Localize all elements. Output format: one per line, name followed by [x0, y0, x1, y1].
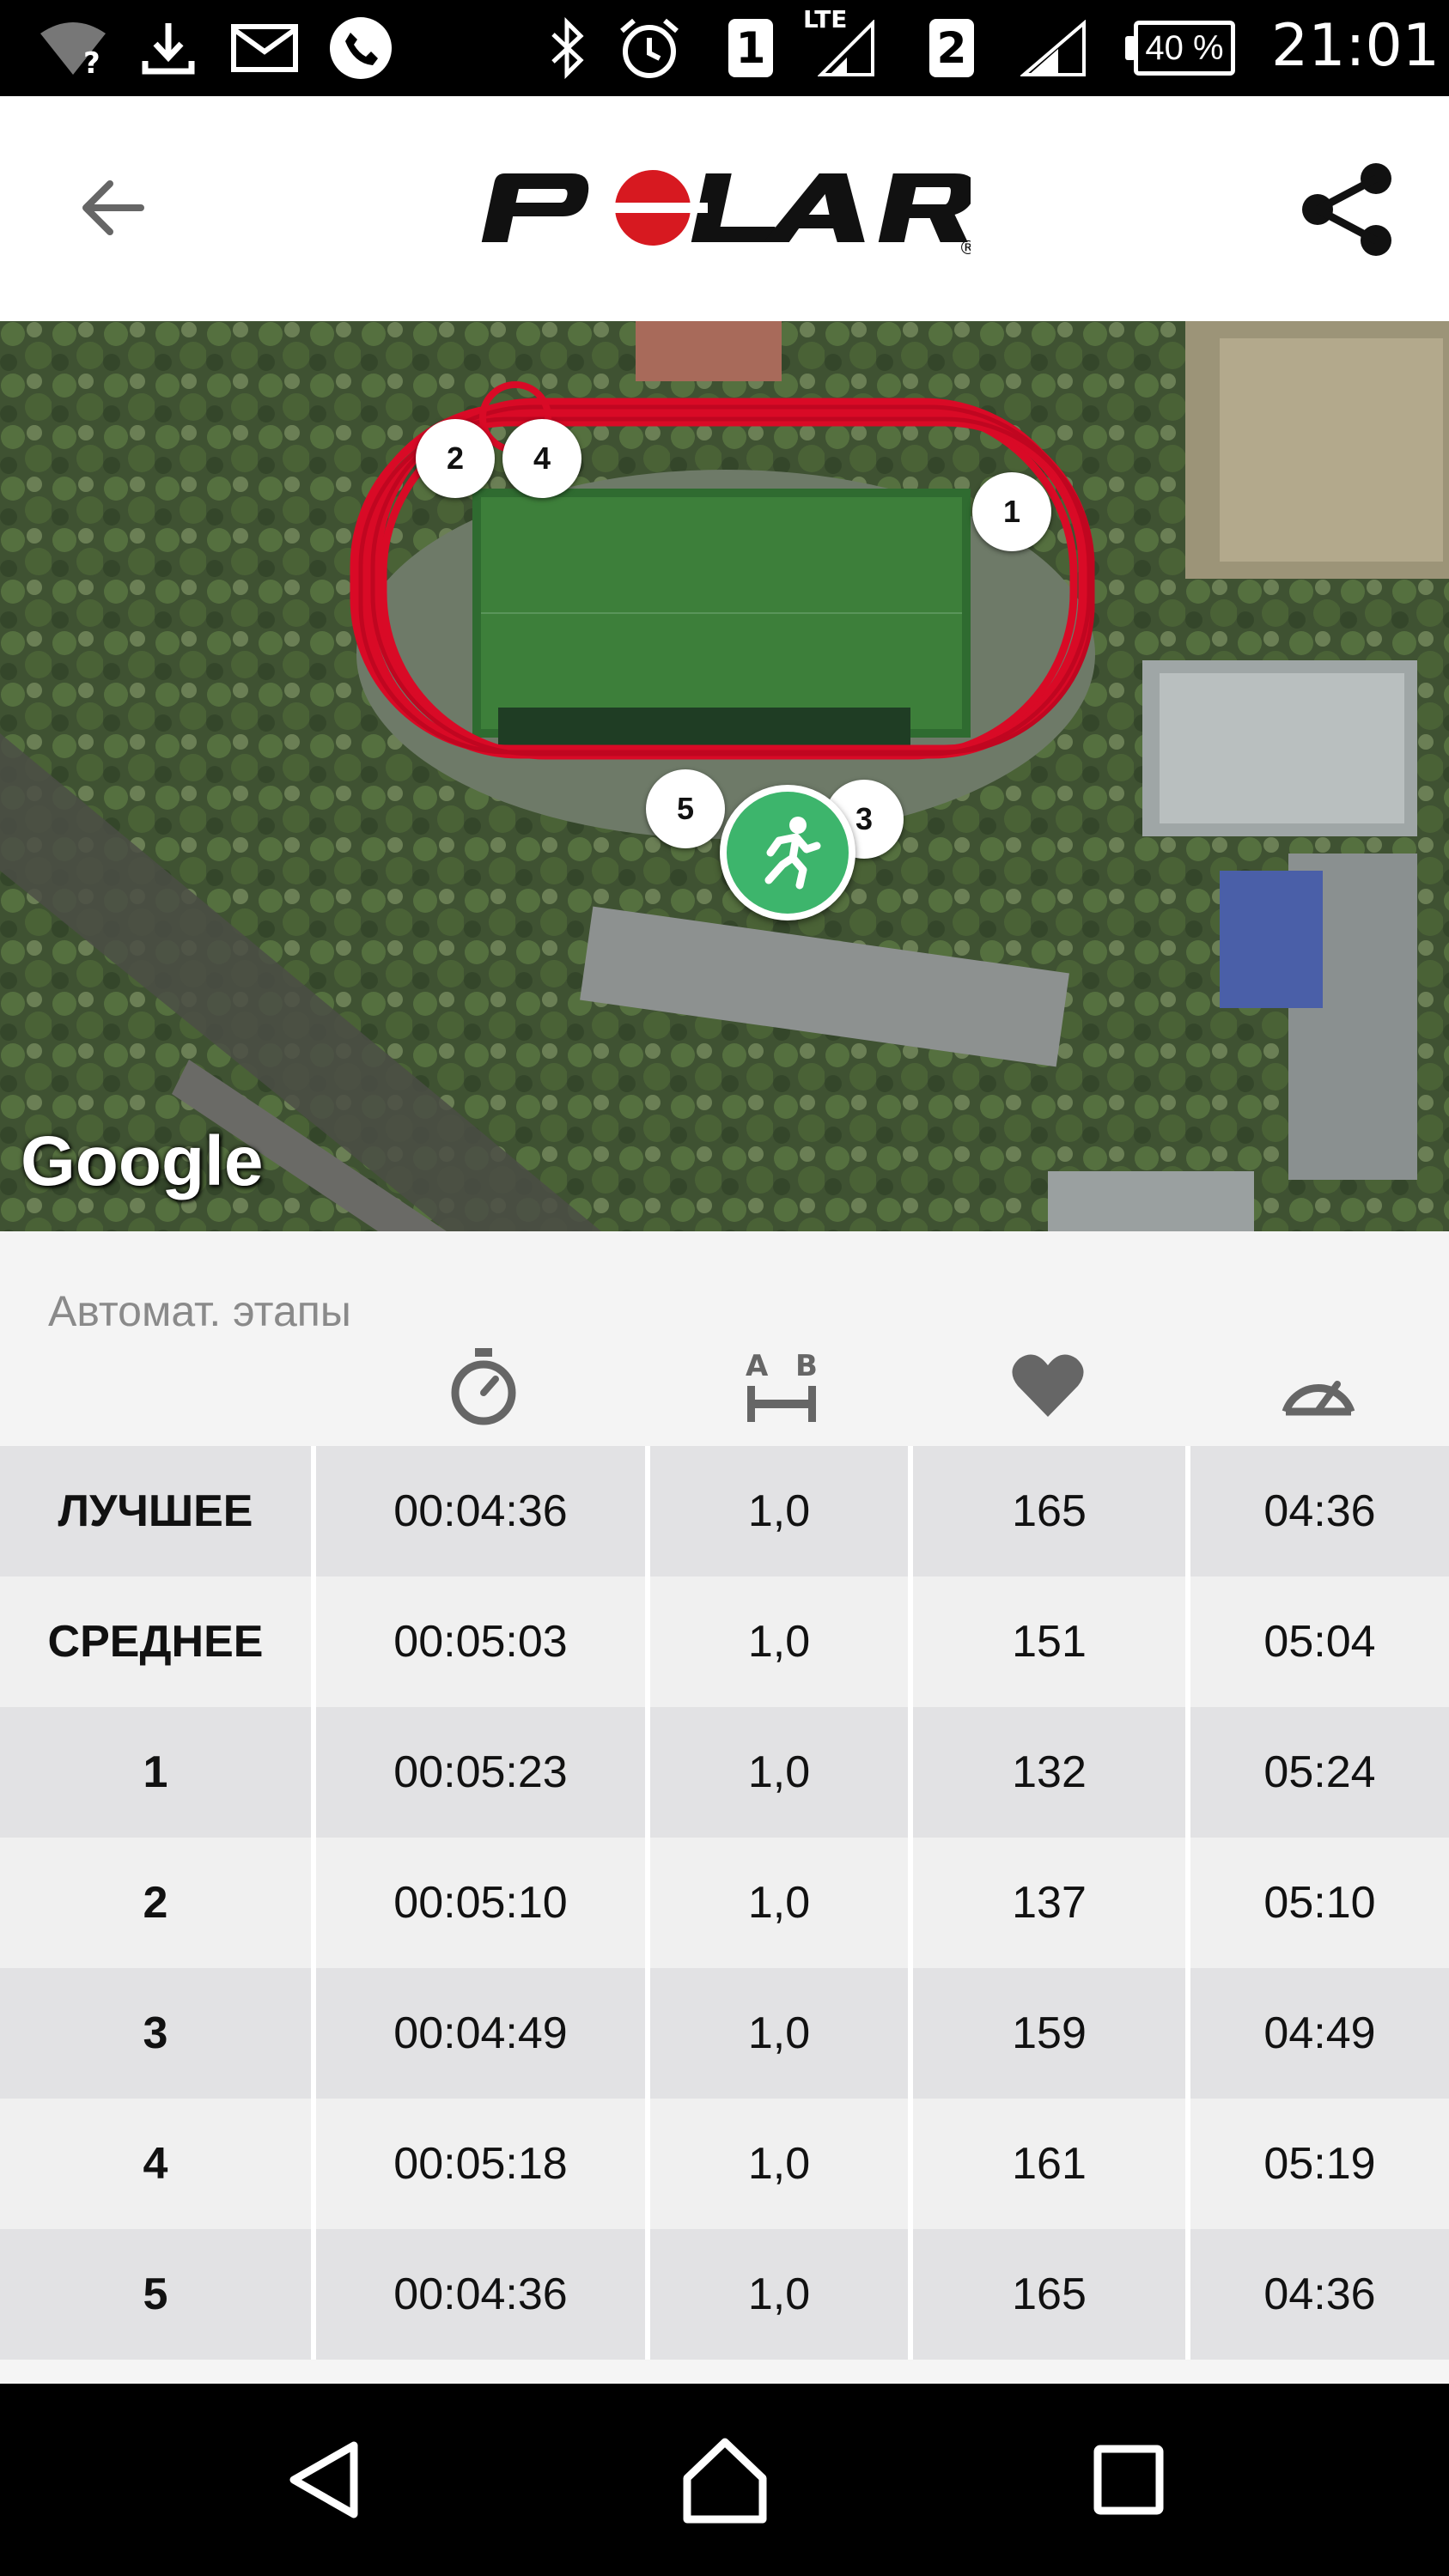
table-row[interactable]: 1 00:05:23 1,0 132 05:24 [0, 1707, 1449, 1838]
distance-icon-a: A [746, 1349, 769, 1383]
sim1-badge: 1 [728, 19, 773, 77]
lap-time: 00:04:36 [316, 1446, 650, 1577]
back-arrow-icon [82, 180, 144, 235]
lap-marker-4[interactable]: 4 [502, 419, 581, 498]
share-icon [1302, 163, 1391, 256]
lap-time: 00:05:10 [316, 1838, 650, 1968]
lap-heart-rate: 159 [913, 1968, 1190, 2099]
lap-pace: 04:36 [1263, 1486, 1376, 1536]
stopwatch-icon [432, 1343, 535, 1429]
lap-pace: 05:19 [1263, 2139, 1376, 2189]
lap-pace: 04:36 [1263, 2269, 1376, 2319]
nav-recents-icon [1093, 2445, 1164, 2515]
table-row[interactable]: 5 00:04:36 1,0 165 04:36 [0, 2229, 1449, 2360]
download-icon [136, 15, 201, 81]
lap-marker-1[interactable]: 1 [972, 472, 1051, 551]
nav-recents-button[interactable] [1077, 2428, 1180, 2531]
share-button[interactable] [1297, 158, 1400, 261]
section-title: Автомат. этапы [48, 1287, 351, 1335]
signal-icon [816, 15, 876, 81]
lap-heart-rate: 165 [913, 2229, 1190, 2360]
navigation-bar [0, 2384, 1449, 2576]
lap-time: 00:05:23 [316, 1707, 650, 1838]
runner-icon [764, 817, 821, 890]
table-row[interactable]: 4 00:05:18 1,0 161 05:19 [0, 2099, 1449, 2229]
wifi-unknown-icon: ? [34, 15, 112, 81]
heart-icon [996, 1343, 1099, 1429]
bluetooth-icon [541, 15, 593, 81]
svg-text:?: ? [83, 46, 100, 78]
table-row[interactable]: 3 00:04:49 1,0 159 04:49 [0, 1968, 1449, 2099]
distance-icon-b: B [795, 1349, 818, 1383]
lap-label: 3 [0, 1968, 316, 2099]
battery-indicator: 40 % [1134, 21, 1235, 76]
status-clock: 21:01 [1271, 12, 1440, 80]
lap-time: 00:04:36 [316, 2229, 650, 2360]
back-button[interactable] [69, 165, 155, 251]
polar-logo: ® [481, 156, 977, 259]
speedometer-icon [1267, 1343, 1370, 1429]
lap-distance: 1,0 [650, 1838, 913, 1968]
table-row[interactable]: 2 00:05:10 1,0 137 05:10 [0, 1838, 1449, 1968]
nav-back-icon [289, 2441, 358, 2518]
lap-time: 00:05:03 [316, 1577, 650, 1707]
nav-back-button[interactable] [273, 2428, 376, 2531]
lap-heart-rate: 132 [913, 1707, 1190, 1838]
lap-label: ЛУЧШЕЕ [0, 1446, 316, 1577]
lap-distance: 1,0 [650, 1446, 913, 1577]
route-path [350, 381, 1095, 760]
lap-heart-rate: 165 [913, 1446, 1190, 1577]
route-map[interactable]: 2 4 1 5 3 Google [0, 321, 1449, 1231]
lap-distance: 1,0 [650, 1968, 913, 2099]
auto-laps-section: Автомат. этапы A B ЛУЧШЕЕ 00:04:36 1,0 165 0… [0, 1231, 1449, 2360]
signal-icon-2 [1019, 15, 1087, 81]
lap-heart-rate: 151 [913, 1577, 1190, 1707]
lap-distance: 1,0 [650, 1577, 913, 1707]
svg-text:®: ® [959, 238, 971, 259]
nav-home-button[interactable] [673, 2428, 776, 2531]
status-bar: ? 1 LTE 2 40 % 21:01 [0, 0, 1449, 96]
lap-marker-2[interactable]: 2 [416, 419, 495, 498]
nav-home-icon [683, 2438, 767, 2524]
lap-pace: 04:49 [1263, 2008, 1376, 2058]
distance-icon: A B [730, 1343, 833, 1429]
lap-pace: 05:24 [1263, 1747, 1376, 1797]
lap-time: 00:05:18 [316, 2099, 650, 2229]
google-attribution: Google [21, 1122, 264, 1200]
lap-label: 4 [0, 2099, 316, 2229]
lap-label: СРЕДНЕЕ [0, 1577, 316, 1707]
app-bar: ® [0, 96, 1449, 321]
lap-heart-rate: 137 [913, 1838, 1190, 1968]
lap-distance: 1,0 [650, 2099, 913, 2229]
table-row[interactable]: СРЕДНЕЕ 00:05:03 1,0 151 05:04 [0, 1577, 1449, 1707]
lap-distance: 1,0 [650, 1707, 913, 1838]
lap-label: 2 [0, 1838, 316, 1968]
lap-distance: 1,0 [650, 2229, 913, 2360]
laps-table: ЛУЧШЕЕ 00:04:36 1,0 165 04:36 СРЕДНЕЕ 00:05:03… [0, 1446, 1449, 2360]
lap-time: 00:04:49 [316, 1968, 650, 2099]
start-marker[interactable] [720, 785, 855, 920]
mail-icon [230, 15, 299, 81]
lap-label: 1 [0, 1707, 316, 1838]
lap-pace: 05:10 [1263, 1878, 1376, 1928]
table-row[interactable]: ЛУЧШЕЕ 00:04:36 1,0 165 04:36 [0, 1446, 1449, 1577]
alarm-icon [615, 15, 684, 81]
lap-label: 5 [0, 2229, 316, 2360]
sim2-badge: 2 [929, 19, 974, 77]
lap-marker-5[interactable]: 5 [646, 769, 725, 848]
phone-icon [326, 15, 395, 81]
lap-pace: 05:04 [1263, 1617, 1376, 1667]
lap-heart-rate: 161 [913, 2099, 1190, 2229]
